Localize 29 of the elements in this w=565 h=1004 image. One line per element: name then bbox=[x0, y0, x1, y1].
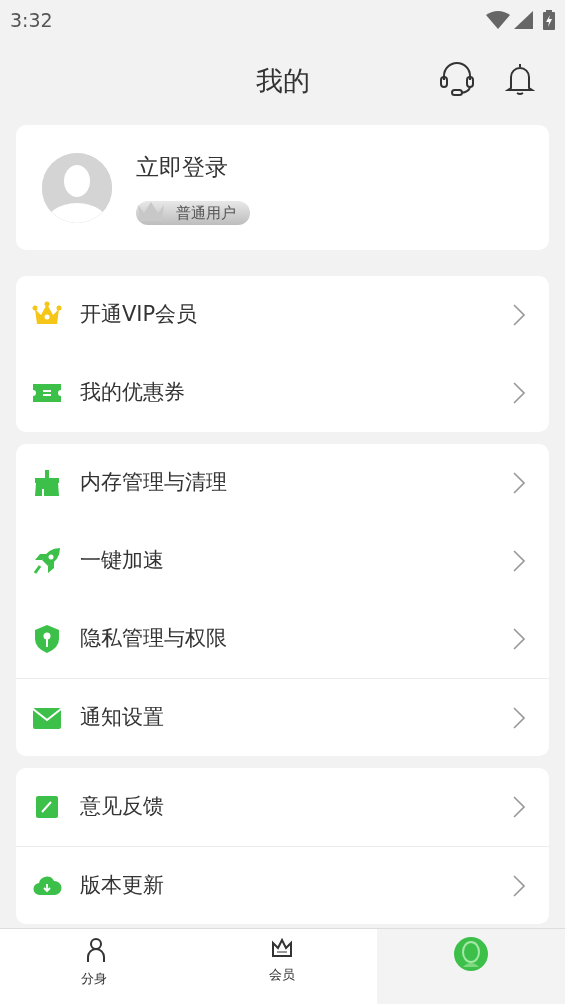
chevron-icon bbox=[513, 382, 525, 404]
chevron-icon bbox=[513, 550, 525, 572]
headset-icon[interactable] bbox=[439, 62, 475, 96]
menu-item[interactable]: 内存管理与清理 bbox=[16, 444, 549, 522]
wifi-icon bbox=[486, 11, 510, 29]
page-title: 我的 bbox=[255, 63, 310, 98]
chevron-icon bbox=[513, 472, 525, 494]
chevron-icon bbox=[513, 796, 525, 818]
menu-item[interactable]: 我的优惠券 bbox=[16, 354, 549, 432]
chevron-icon bbox=[513, 628, 525, 650]
menu-item[interactable]: 隐私管理与权限 bbox=[16, 600, 549, 678]
battery-icon bbox=[543, 10, 555, 30]
login-link[interactable]: 立即登录 bbox=[136, 150, 228, 185]
menu-item[interactable]: 开通VIP会员 bbox=[16, 276, 549, 354]
status-time: 3:32 bbox=[10, 7, 53, 33]
rocket-icon bbox=[32, 546, 62, 576]
chevron-icon bbox=[513, 304, 525, 326]
broom-icon bbox=[32, 468, 62, 498]
chevron-icon bbox=[513, 706, 525, 729]
chevron-icon bbox=[513, 874, 525, 897]
menu-item[interactable]: 意见反馈 bbox=[16, 768, 549, 846]
menu-item[interactable]: 一键加速 bbox=[16, 522, 549, 600]
user-level-badge: 普通用户 bbox=[136, 200, 250, 225]
menu-item[interactable]: 版本更新 bbox=[16, 846, 549, 924]
shield-icon bbox=[32, 624, 62, 654]
avatar-icon bbox=[453, 937, 488, 971]
bell-icon[interactable] bbox=[505, 62, 535, 96]
menu-item[interactable]: 通知设置 bbox=[16, 678, 549, 756]
signal-icon bbox=[514, 11, 533, 29]
